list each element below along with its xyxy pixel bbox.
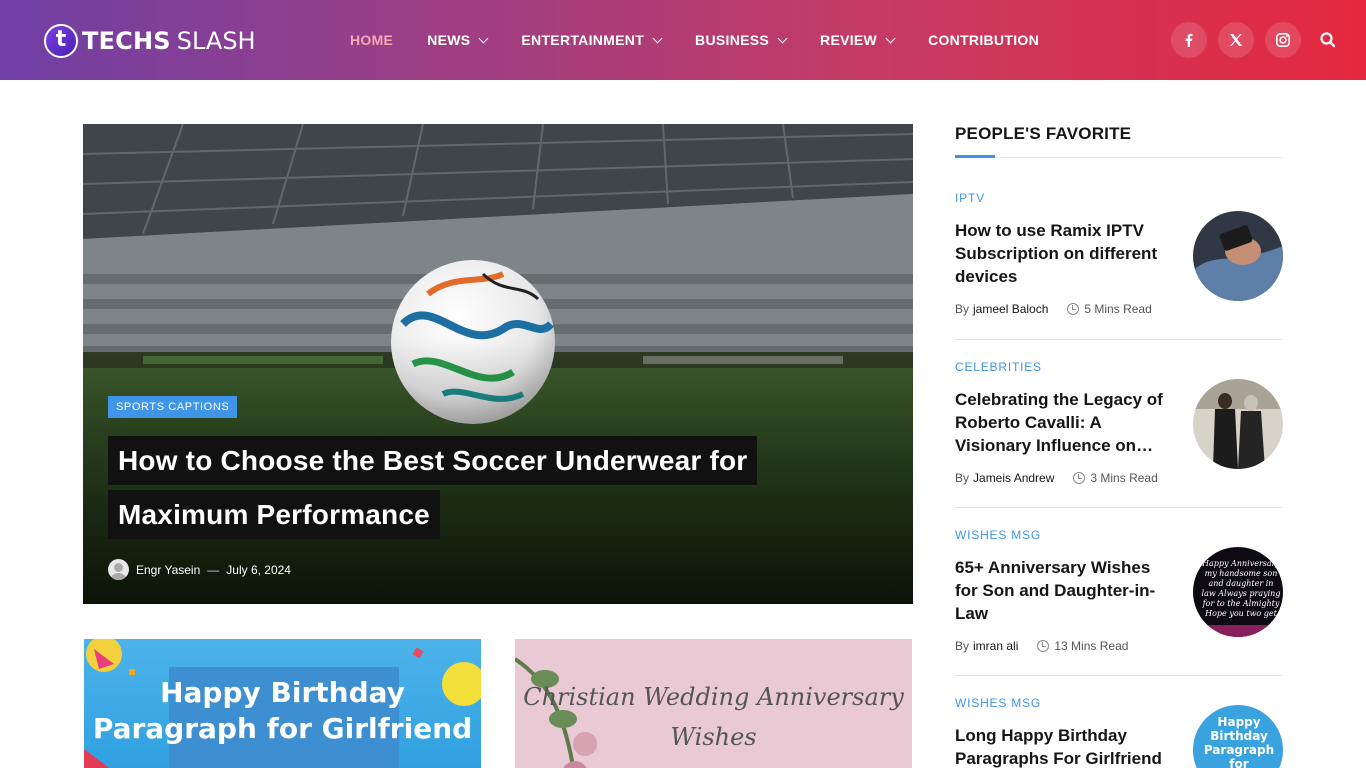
featured-meta: Engr Yasein — July 6, 2024 [108,559,291,580]
nav-label: REVIEW [820,32,878,48]
featured-title-text[interactable]: How to Choose the Best Soccer Underwear … [108,436,758,539]
post-thumbnail[interactable] [1193,211,1283,301]
thumbnail-banner [1193,625,1283,637]
author-avatar [108,559,129,580]
post-author[interactable]: Jameis Andrew [973,471,1054,485]
post-category[interactable]: WISHES MSG [955,528,1283,542]
chevron-down-icon [652,33,663,43]
read-time: 3 Mins Read [1090,471,1158,485]
list-item[interactable]: WISHES MSG 65+ Anniversary Wishes for So… [955,528,1283,653]
list-item[interactable]: CELEBRITIES Celebrating the Legacy of Ro… [955,360,1283,485]
list-item[interactable]: WISHES MSG Long Happy Birthday Paragraph… [955,696,1283,768]
read-time: 5 Mins Read [1084,302,1152,316]
nav-item-entertainment[interactable]: ENTERTAINMENT [504,0,678,80]
post-meta: By imran ali 13 Mins Read [955,639,1283,653]
post-card-birthday[interactable]: Happy Birthday Paragraph for Girlfriend [84,639,481,768]
clock-icon [1037,640,1050,652]
post-title[interactable]: How to use Ramix IPTV Subscription on di… [955,219,1170,288]
clock-icon [1067,303,1080,315]
logo-mark-icon: t [44,24,78,58]
chevron-down-icon [885,33,896,43]
nav-item-news[interactable]: NEWS [410,0,504,80]
nav-label: BUSINESS [695,32,770,48]
post-thumbnail[interactable]: Happy Anniversary my handsome son and da… [1193,547,1283,637]
post-thumbnail[interactable]: Happy Birthday Paragraph for Girlfriend [1193,705,1283,768]
sidebar-title: PEOPLE'S FAVORITE [955,124,1132,143]
logo-text-bold: TECHS [82,27,171,55]
x-icon[interactable] [1218,22,1254,58]
post-title[interactable]: 65+ Anniversary Wishes for Son and Daugh… [955,556,1170,625]
meta-separator: — [207,562,220,577]
post-category[interactable]: IPTV [955,191,1283,205]
logo-mark-letter: t [55,26,67,52]
author-name[interactable]: Engr Yasein [136,563,200,577]
site-header: t TECHS SLASH HOME NEWS ENTERTAINMENT BU… [0,0,1366,80]
post-author[interactable]: imran ali [973,639,1018,653]
nav-label: HOME [350,32,394,48]
by-label: By [955,639,970,653]
nav-label: NEWS [427,32,471,48]
read-time: 13 Mins Read [1054,639,1129,653]
nav-label: ENTERTAINMENT [521,32,645,48]
instagram-icon[interactable] [1265,22,1301,58]
featured-title[interactable]: How to Choose the Best Soccer Underwear … [108,434,758,542]
post-date: July 6, 2024 [226,562,291,577]
post-meta: By Jameis Andrew 3 Mins Read [955,471,1283,485]
list-item[interactable]: IPTV How to use Ramix IPTV Subscription … [955,191,1283,316]
thumbnail-text: Happy Birthday Paragraph for Girlfriend [1203,715,1275,768]
post-title[interactable]: Long Happy Birthday Paragraphs For Girlf… [955,724,1170,768]
thumbnail-text: Happy Anniversary my handsome son and da… [1201,559,1281,618]
nav-label: CONTRIBUTION [928,32,1039,48]
nav-item-business[interactable]: BUSINESS [678,0,803,80]
clock-icon [1073,472,1086,484]
nav-item-contribution[interactable]: CONTRIBUTION [911,0,1056,80]
card-text: Christian Wedding Anniversary Wishes [523,683,904,751]
nav-item-home[interactable]: HOME [333,0,410,80]
by-label: By [955,471,970,485]
post-card-anniversary[interactable]: Christian Wedding Anniversary Wishes [515,639,912,768]
chevron-down-icon [777,33,788,43]
main-nav: HOME NEWS ENTERTAINMENT BUSINESS REVIEW … [333,0,1056,80]
site-logo[interactable]: t TECHS SLASH [44,23,256,59]
list-divider [955,675,1283,676]
facebook-icon[interactable] [1171,22,1207,58]
post-meta: By jameel Baloch 5 Mins Read [955,302,1283,316]
post-thumbnail[interactable] [1193,379,1283,469]
card-text: Happy Birthday Paragraph for Girlfriend [92,676,473,745]
logo-text-light: SLASH [176,27,256,55]
post-category[interactable]: CELEBRITIES [955,360,1283,374]
sidebar-accent [955,155,995,158]
nav-item-review[interactable]: REVIEW [803,0,911,80]
category-badge[interactable]: SPORTS CAPTIONS [108,396,238,418]
list-divider [955,507,1283,508]
chevron-down-icon [478,33,489,43]
featured-post[interactable]: SPORTS CAPTIONS How to Choose the Best S… [83,124,913,604]
post-author[interactable]: jameel Baloch [973,302,1048,316]
by-label: By [955,302,970,316]
search-icon[interactable] [1318,30,1338,50]
list-divider [955,339,1283,340]
post-title[interactable]: Celebrating the Legacy of Roberto Cavall… [955,388,1170,457]
sidebar-divider [955,157,1283,158]
